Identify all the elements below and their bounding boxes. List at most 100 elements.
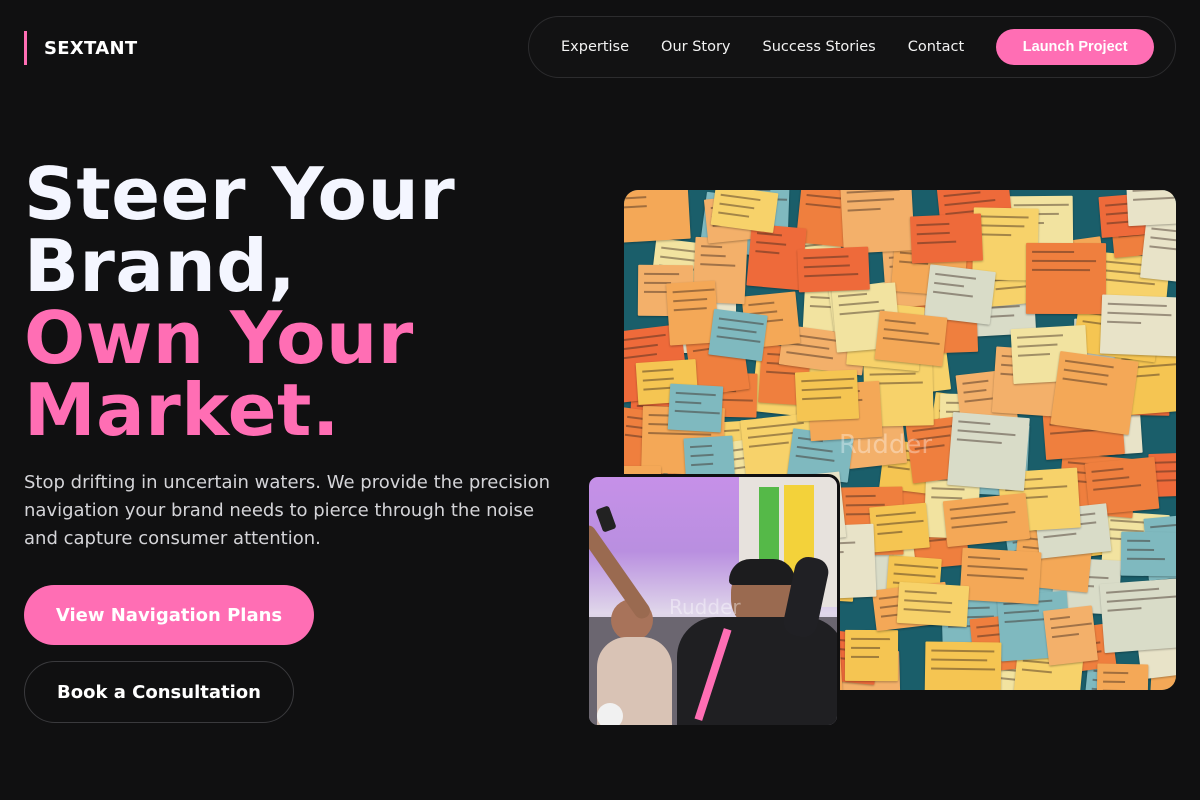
note-scribble [949, 503, 1009, 512]
photo-foreground-object [597, 703, 623, 725]
note-scribble [916, 232, 950, 236]
note-scribble [1106, 595, 1176, 604]
view-navigation-plans-button[interactable]: View Navigation Plans [24, 585, 314, 645]
note-scribble [624, 353, 658, 360]
note-scribble [1154, 460, 1176, 464]
note-scribble [804, 273, 859, 278]
note-scribble [624, 190, 682, 192]
note-scribble [875, 511, 916, 517]
note-scribble [748, 441, 789, 448]
note-scribble [1149, 521, 1176, 529]
note-scribble [916, 223, 950, 227]
note-scribble [966, 564, 1027, 571]
note-scribble [803, 255, 849, 260]
note-scribble [675, 391, 716, 396]
note-scribble [894, 563, 939, 569]
sticky-note [1050, 350, 1139, 435]
note-scribble [691, 462, 714, 466]
note-scribble [904, 599, 953, 605]
note-scribble [1031, 250, 1074, 254]
sticky-note [1096, 663, 1149, 690]
note-scribble [1092, 476, 1130, 483]
note-scribble [624, 343, 659, 351]
note-scribble [803, 264, 851, 269]
note-scribble [839, 309, 885, 316]
note-scribble [979, 233, 1011, 237]
note-scribble [805, 203, 841, 209]
note-scribble [795, 454, 835, 462]
sticky-note [924, 263, 997, 324]
sticky-note [1042, 605, 1098, 666]
note-scribble [624, 196, 647, 201]
note-scribble [690, 453, 714, 457]
book-consultation-button[interactable]: Book a Consultation [24, 661, 294, 723]
note-scribble [755, 250, 780, 255]
sticky-note [897, 581, 970, 628]
note-scribble [1091, 468, 1124, 474]
nav-link-our-story[interactable]: Our Story [661, 39, 730, 55]
nav-link-contact[interactable]: Contact [908, 39, 964, 55]
note-scribble [1107, 607, 1142, 613]
note-scribble [1126, 558, 1165, 561]
note-scribble [1031, 268, 1090, 272]
sticky-note [797, 246, 871, 293]
note-scribble [786, 351, 833, 360]
note-scribble [893, 572, 936, 578]
sticky-note [840, 190, 915, 254]
note-scribble [673, 298, 708, 303]
sticky-note [869, 502, 931, 553]
note-scribble [951, 521, 1007, 529]
note-scribble [720, 193, 760, 202]
note-scribble [700, 254, 726, 258]
note-scribble [648, 432, 712, 437]
sticky-note [1120, 532, 1176, 578]
note-scribble [930, 667, 995, 671]
sticky-note [959, 547, 1041, 604]
note-scribble [1107, 311, 1172, 317]
hero-title-line-4: Market. [24, 368, 340, 452]
note-scribble [1003, 609, 1040, 614]
note-scribble [845, 495, 877, 498]
note-scribble [1051, 633, 1079, 639]
note-scribble [963, 389, 987, 394]
note-scribble [716, 335, 761, 343]
note-scribble [756, 241, 786, 246]
sticky-note [708, 308, 768, 362]
nav-link-success-stories[interactable]: Success Stories [763, 39, 876, 55]
sticky-note [1139, 219, 1176, 287]
note-scribble [877, 530, 903, 535]
brand-logo[interactable]: SEXTANT [24, 31, 137, 65]
sticky-note [624, 190, 692, 244]
note-scribble [674, 409, 720, 414]
note-scribble [931, 487, 965, 491]
note-scribble [643, 272, 679, 276]
note-scribble [801, 377, 855, 382]
note-scribble [802, 395, 842, 400]
note-scribble [846, 197, 895, 203]
sticky-note [924, 641, 1002, 690]
note-scribble [1102, 671, 1128, 675]
launch-project-button[interactable]: Launch Project [996, 29, 1155, 65]
sticky-note [667, 383, 724, 432]
sticky-note [1025, 242, 1107, 315]
nav-link-expertise[interactable]: Expertise [561, 39, 629, 55]
note-scribble [700, 245, 722, 249]
sticky-note [946, 411, 1031, 491]
hero-title-line-1: Steer Your [24, 152, 456, 236]
sticky-note [910, 213, 983, 264]
sticky-note [844, 629, 898, 681]
note-scribble [917, 240, 957, 245]
note-scribble [1021, 668, 1052, 674]
note-scribble [956, 438, 1002, 444]
note-scribble [717, 326, 758, 334]
note-scribble [1151, 227, 1176, 238]
note-scribble [675, 400, 702, 404]
note-scribble [1126, 540, 1151, 543]
sticky-note [942, 493, 1030, 548]
note-scribble [944, 199, 996, 207]
note-scribble [943, 191, 982, 198]
note-scribble [1065, 359, 1114, 369]
note-scribble [1102, 680, 1125, 684]
note-scribble [930, 649, 994, 653]
note-scribble [624, 333, 666, 342]
